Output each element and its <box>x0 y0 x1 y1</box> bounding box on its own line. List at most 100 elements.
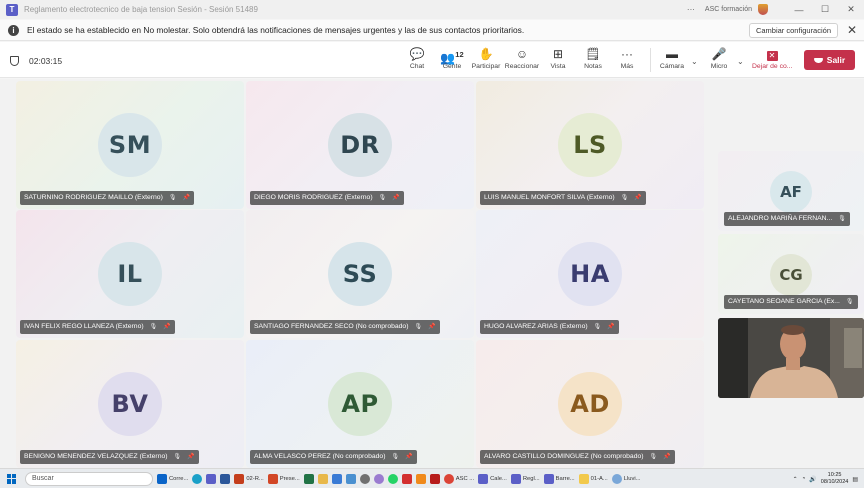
taskbar-app-folder[interactable] <box>317 473 328 484</box>
participant-avatar: IL <box>98 242 162 306</box>
info-icon: i <box>8 24 19 36</box>
leave-label: Salir <box>826 55 846 65</box>
pin-icon[interactable]: 📌 <box>182 191 189 205</box>
taskbar-weather[interactable]: Lluvi... <box>611 473 640 484</box>
taskbar-app-powerpoint[interactable]: 02-R... <box>234 473 264 484</box>
taskbar-app-purple[interactable] <box>373 473 384 484</box>
pin-icon[interactable]: 📌 <box>663 450 670 464</box>
window-title: Reglamento electrotecnico de baja tensio… <box>24 5 258 14</box>
participant-name: DIEGO MORIS RODRIGUEZ (Externo) <box>254 194 373 201</box>
taskbar-app-whatsapp[interactable] <box>387 473 398 484</box>
taskbar-app-label: Cale... <box>490 475 507 482</box>
more-options-icon[interactable]: ··· <box>687 5 695 14</box>
taskbar-search-input[interactable]: Buscar <box>25 471 153 486</box>
camera-button[interactable]: ▬ Cámara <box>652 46 692 70</box>
participant-tile[interactable]: AD ALVARO CASTILLO DOMINGUEZ (No comprob… <box>476 340 704 468</box>
mic-muted-icon: 🎙 <box>838 216 846 222</box>
teams-app-icon: T <box>6 3 18 16</box>
participant-tile[interactable]: HA HUGO ALVAREZ ARIAS (Externo) 🎙 📌 <box>476 210 704 338</box>
mic-muted-icon: 🎙 <box>593 324 602 330</box>
taskbar-app-chrome[interactable]: ASC ... <box>443 473 474 484</box>
excel-icon <box>303 473 314 484</box>
pin-icon[interactable]: 📌 <box>634 191 641 205</box>
participant-tile[interactable]: AP ALMA VELASCO PEREZ (No comprobado) 🎙 📌 <box>246 340 474 468</box>
notification-bar: i El estado se ha establecido en No mole… <box>0 20 864 41</box>
taskbar-app-label: Regl... <box>522 475 540 482</box>
participant-tile[interactable]: SM SATURNINO RODRIGUEZ MAILLO (Externo) 🎙… <box>16 81 244 209</box>
participant-name: HUGO ALVAREZ ARIAS (Externo) <box>484 323 588 330</box>
pin-icon[interactable]: 📌 <box>187 450 194 464</box>
taskbar-app-edge[interactable] <box>192 473 203 484</box>
raise-hand-label: Participar <box>471 63 501 70</box>
taskbar-app-word[interactable] <box>220 473 231 484</box>
side-participant-tile[interactable]: AF ALEJANDRO MARIÑA FERNAN... 🎙 <box>718 151 864 231</box>
participant-avatar: BV <box>98 372 162 436</box>
participant-name: ALMA VELASCO PEREZ (No comprobado) <box>254 453 386 460</box>
taskbar-app-excel[interactable] <box>303 473 314 484</box>
view-button[interactable]: ⊞ Vista <box>538 46 578 70</box>
volume-icon[interactable]: 🔊 <box>809 476 816 483</box>
taskbar-app-label: Corre... <box>169 475 189 482</box>
leave-button[interactable]: Salir <box>804 50 855 70</box>
react-button[interactable]: ☺ Reaccionar <box>502 46 542 70</box>
taskbar-app-presentation[interactable]: Prese... <box>267 473 300 484</box>
pin-icon[interactable]: 📌 <box>607 320 614 334</box>
taskbar-app-photos[interactable] <box>345 473 356 484</box>
notifications-icon[interactable]: ▤ <box>852 476 858 483</box>
taskbar-app-toolbar[interactable]: Barre... <box>543 473 575 484</box>
account-name[interactable]: ASC formación <box>705 6 752 13</box>
close-notification-icon[interactable]: ✕ <box>847 23 857 37</box>
taskbar-app-teams[interactable] <box>206 473 217 484</box>
close-window-button[interactable]: ✕ <box>838 4 864 15</box>
acrobat-icon <box>401 473 412 484</box>
mic-muted-icon: 🎙 <box>414 324 423 330</box>
mic-options-chevron-icon[interactable]: ⌄ <box>737 57 744 66</box>
pin-icon[interactable]: 📌 <box>392 191 399 205</box>
org-logo-icon[interactable] <box>758 4 768 15</box>
participant-tile[interactable]: LS LUIS MANUEL MONFORT SILVA (Externo) 🎙 📌 <box>476 81 704 209</box>
taskbar-app-settings[interactable] <box>359 473 370 484</box>
stop-sharing-label: Dejar de co... <box>752 63 793 70</box>
participant-tile[interactable]: SS SANTIAGO FERNANDEZ SECO (No comprobad… <box>246 210 474 338</box>
taskbar-app-acrobat[interactable] <box>401 473 412 484</box>
mic-button[interactable]: 🎤 Micro <box>699 46 739 70</box>
mic-label: Micro <box>710 63 728 70</box>
participant-nametag: ALEJANDRO MARIÑA FERNAN... 🎙 <box>724 212 850 226</box>
camera-options-chevron-icon[interactable]: ⌄ <box>691 57 698 66</box>
teams-icon <box>543 473 554 484</box>
raise-hand-button[interactable]: ✋ Participar <box>466 46 506 70</box>
taskbar-app-file[interactable]: 01-A... <box>578 473 608 484</box>
pin-icon[interactable]: 📌 <box>163 320 170 334</box>
minimize-button[interactable]: — <box>786 5 812 15</box>
taskbar-app-pdf[interactable] <box>429 473 440 484</box>
taskbar-app-vlc[interactable] <box>415 473 426 484</box>
change-settings-button[interactable]: Cambiar configuración <box>748 23 838 38</box>
side-participant-tile[interactable]: CG CAYETANO SEOANE GARCIA (Ex... 🎙 <box>718 234 864 314</box>
participant-avatar: LS <box>558 113 622 177</box>
participant-avatar: AD <box>558 372 622 436</box>
self-video-preview[interactable] <box>718 318 864 398</box>
maximize-button[interactable]: ☐ <box>812 4 838 15</box>
windows-start-icon[interactable] <box>7 473 17 484</box>
pin-icon[interactable]: 📌 <box>405 450 412 464</box>
mic-muted-icon: 🎙 <box>845 299 854 305</box>
wifi-icon[interactable]: ◔ <box>802 476 806 482</box>
chat-button[interactable]: 💬 Chat <box>397 46 437 70</box>
participant-nametag: HUGO ALVAREZ ARIAS (Externo) 🎙 📌 <box>480 320 619 334</box>
pin-icon[interactable]: 📌 <box>428 320 435 334</box>
tray-overflow-chevron-icon[interactable]: ⌃ <box>793 476 798 483</box>
participant-tile[interactable]: BV BENIGNO MENENDEZ VELAZQUEZ (Externo) 🎙… <box>16 340 244 468</box>
taskbar-app-blue[interactable] <box>331 473 342 484</box>
taskbar-clock[interactable]: 10:25 08/10/2024 <box>821 472 849 486</box>
taskbar-app-meeting[interactable]: Regl... <box>510 473 540 484</box>
more-button[interactable]: ··· Más <box>607 46 647 70</box>
taskbar-app-outlook[interactable]: Corre... <box>157 473 189 484</box>
chat-label: Chat <box>409 63 425 70</box>
mic-muted-icon: 🎙 <box>378 195 387 201</box>
presentation-icon <box>267 473 278 484</box>
taskbar-app-calendar[interactable]: Cale... <box>478 473 507 484</box>
participant-tile[interactable]: DR DIEGO MORIS RODRIGUEZ (Externo) 🎙 📌 <box>246 81 474 209</box>
stop-sharing-button[interactable]: ✕ Dejar de co... <box>752 46 792 70</box>
word-icon <box>220 473 231 484</box>
participant-tile[interactable]: IL IVAN FELIX REGO LLANEZA (Externo) 🎙 📌 <box>16 210 244 338</box>
